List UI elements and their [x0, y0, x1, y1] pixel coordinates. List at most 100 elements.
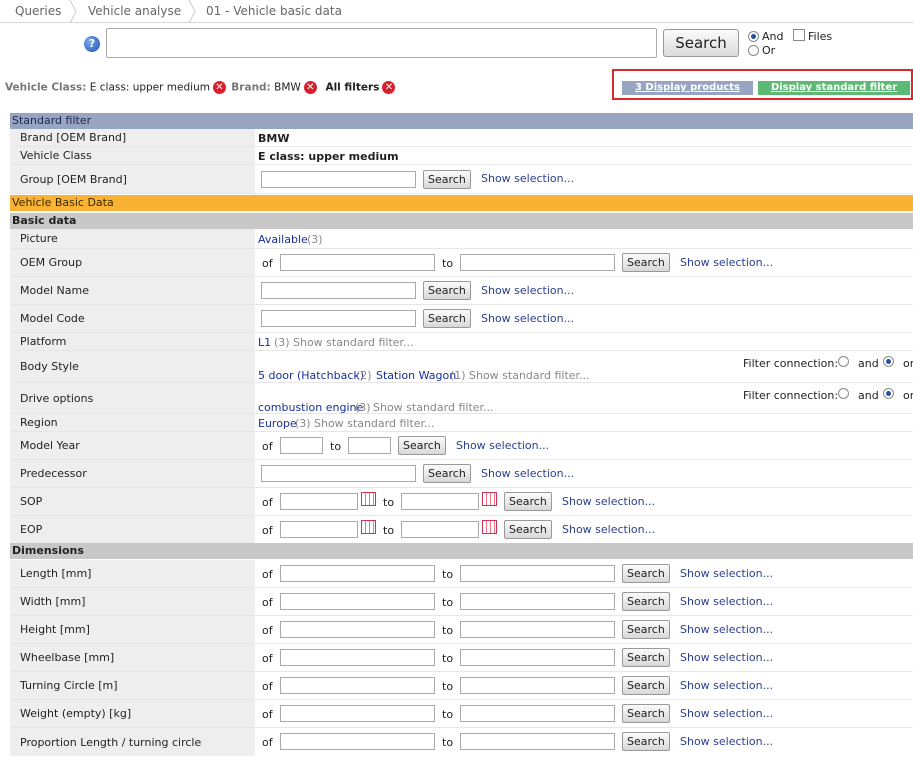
- dimension-search-button[interactable]: Search: [622, 592, 670, 611]
- predecessor-input[interactable]: [261, 465, 416, 482]
- dimension-from-input[interactable]: [280, 677, 435, 694]
- help-icon[interactable]: ?: [84, 36, 100, 52]
- vehicle-class-value-link[interactable]: E class: upper medium: [258, 150, 399, 163]
- dimension-to-input[interactable]: [460, 565, 615, 582]
- body-style-and-radio[interactable]: [838, 356, 849, 367]
- eop-from-input[interactable]: [280, 521, 358, 538]
- dimension-search-button[interactable]: Search: [622, 732, 670, 751]
- calendar-icon[interactable]: [361, 520, 376, 534]
- calendar-icon[interactable]: [482, 492, 497, 506]
- dimension-row: Weight (empty) [kg] of to Search Show se…: [10, 700, 913, 728]
- oem-group-from-input[interactable]: [280, 254, 435, 271]
- dimension-from-input[interactable]: [280, 621, 435, 638]
- dimension-to-input[interactable]: [460, 593, 615, 610]
- eop-to-input[interactable]: [401, 521, 479, 538]
- dimension-from-input[interactable]: [280, 593, 435, 610]
- eop-show-selection[interactable]: Show selection...: [562, 523, 655, 536]
- dimension-show-selection[interactable]: Show selection...: [680, 651, 773, 664]
- search-button[interactable]: Search: [663, 29, 739, 57]
- dimension-show-selection[interactable]: Show selection...: [680, 595, 773, 608]
- dimension-to-input[interactable]: [460, 677, 615, 694]
- brand-value-link[interactable]: BMW: [258, 132, 289, 145]
- remove-brand-icon[interactable]: ✕: [303, 81, 317, 94]
- dimension-to-input[interactable]: [460, 621, 615, 638]
- or-radio[interactable]: [748, 45, 759, 56]
- model-name-input[interactable]: [261, 282, 416, 299]
- model-code-search-button[interactable]: Search: [423, 309, 471, 328]
- drive-filter-connection: Filter connection:: [743, 389, 839, 402]
- eop-search-button[interactable]: Search: [504, 520, 552, 539]
- files-checkbox[interactable]: [793, 29, 805, 41]
- platform-l1-link[interactable]: L1: [258, 336, 271, 349]
- group-search-button[interactable]: Search: [423, 170, 471, 189]
- dimension-from-input[interactable]: [280, 565, 435, 582]
- breadcrumb-queries[interactable]: Queries: [15, 4, 61, 18]
- calendar-icon[interactable]: [482, 520, 497, 534]
- dimension-from-input[interactable]: [280, 705, 435, 722]
- body-style-show-standard[interactable]: Show standard filter...: [469, 369, 590, 382]
- model-name-search-button[interactable]: Search: [423, 281, 471, 300]
- dimension-show-selection[interactable]: Show selection...: [680, 679, 773, 692]
- body-style-filter-connection: Filter connection:: [743, 357, 839, 370]
- sop-to-input[interactable]: [401, 493, 479, 510]
- model-year-show-selection[interactable]: Show selection...: [456, 439, 549, 452]
- dimension-search-button[interactable]: Search: [622, 620, 670, 639]
- dimension-show-selection[interactable]: Show selection...: [680, 707, 773, 720]
- dimension-of: of: [262, 736, 273, 749]
- platform-show-standard[interactable]: Show standard filter...: [293, 336, 414, 349]
- drive-show-standard[interactable]: Show standard filter...: [373, 401, 494, 414]
- body-style-station-wagon-link[interactable]: Station Wagon: [376, 369, 456, 382]
- group-show-selection[interactable]: Show selection...: [481, 172, 574, 185]
- display-products-button[interactable]: 3 Display products: [622, 81, 753, 95]
- calendar-icon[interactable]: [361, 492, 376, 506]
- model-code-show-selection[interactable]: Show selection...: [481, 312, 574, 325]
- and-radio[interactable]: [748, 31, 759, 42]
- dimension-show-selection[interactable]: Show selection...: [680, 567, 773, 580]
- dimension-to-input[interactable]: [460, 649, 615, 666]
- remove-vehicle-class-icon[interactable]: ✕: [212, 81, 226, 94]
- dimension-search-button[interactable]: Search: [622, 648, 670, 667]
- region-show-standard[interactable]: Show standard filter...: [314, 417, 435, 430]
- oem-group-search-button[interactable]: Search: [622, 253, 670, 272]
- dimension-search-button[interactable]: Search: [622, 564, 670, 583]
- drive-and-radio[interactable]: [838, 388, 849, 399]
- predecessor-show-selection[interactable]: Show selection...: [481, 467, 574, 480]
- drive-combustion-link[interactable]: combustion engine: [258, 401, 363, 414]
- group-input[interactable]: [261, 171, 416, 188]
- dimension-from-input[interactable]: [280, 733, 435, 750]
- remove-all-filters-icon[interactable]: ✕: [382, 81, 396, 94]
- oem-group-show-selection[interactable]: Show selection...: [680, 256, 773, 269]
- model-code-input[interactable]: [261, 310, 416, 327]
- sop-show-selection[interactable]: Show selection...: [562, 495, 655, 508]
- body-style-hatchback-link[interactable]: 5 door (Hatchback): [258, 369, 364, 382]
- dimension-of: of: [262, 652, 273, 665]
- dimension-to-input[interactable]: [460, 705, 615, 722]
- dimension-to-input[interactable]: [460, 733, 615, 750]
- picture-row: Picture Available (3): [10, 229, 913, 249]
- region-label: Region: [10, 414, 255, 431]
- dimension-search-button[interactable]: Search: [622, 676, 670, 695]
- model-name-show-selection[interactable]: Show selection...: [481, 284, 574, 297]
- dimension-search-button[interactable]: Search: [622, 704, 670, 723]
- dimension-row: Wheelbase [mm] of to Search Show selecti…: [10, 644, 913, 672]
- picture-available-link[interactable]: Available: [258, 233, 308, 246]
- dimension-from-input[interactable]: [280, 649, 435, 666]
- sop-search-button[interactable]: Search: [504, 492, 552, 511]
- drive-or-radio[interactable]: [883, 388, 894, 399]
- dimension-label: Wheelbase [mm]: [10, 644, 255, 671]
- predecessor-search-button[interactable]: Search: [423, 464, 471, 483]
- oem-group-to-input[interactable]: [460, 254, 615, 271]
- sop-from-input[interactable]: [280, 493, 358, 510]
- dimension-show-selection[interactable]: Show selection...: [680, 623, 773, 636]
- region-europe-link[interactable]: Europe: [258, 417, 297, 430]
- body-style-label: Body Style: [10, 351, 255, 382]
- search-input[interactable]: [106, 28, 657, 58]
- model-year-from-input[interactable]: [280, 437, 323, 454]
- model-year-to-input[interactable]: [348, 437, 391, 454]
- body-style-row: Body Style Filter connection: and or 5 d…: [10, 351, 913, 383]
- body-style-or-radio[interactable]: [883, 356, 894, 367]
- dimension-show-selection[interactable]: Show selection...: [680, 735, 773, 748]
- model-year-search-button[interactable]: Search: [398, 436, 446, 455]
- breadcrumb-vehicle-analyse[interactable]: Vehicle analyse: [88, 4, 181, 18]
- display-standard-filter-button[interactable]: Display standard filter: [758, 81, 910, 95]
